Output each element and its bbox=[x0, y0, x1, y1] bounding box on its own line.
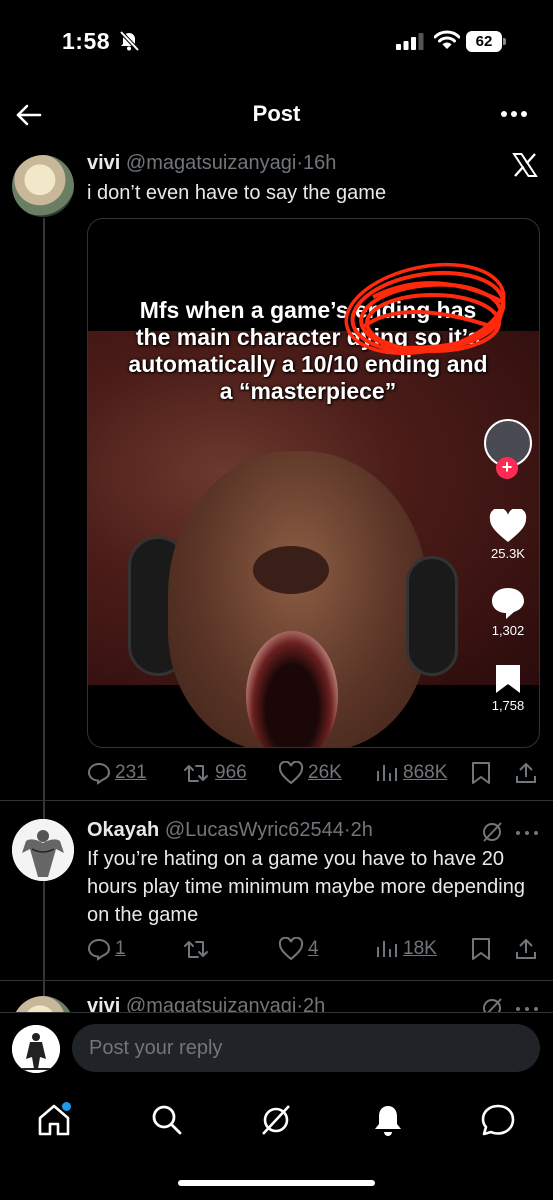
red-scribble-annotation bbox=[344, 262, 506, 356]
separator-dot: · bbox=[343, 819, 351, 841]
heart-icon bbox=[278, 761, 304, 785]
thread-connector-line bbox=[43, 218, 45, 998]
reply-count: 231 bbox=[115, 762, 147, 783]
avatar[interactable] bbox=[12, 819, 74, 881]
like-action[interactable]: 4 bbox=[278, 934, 319, 964]
like-count: 26K bbox=[308, 762, 342, 783]
display-name[interactable]: Okayah bbox=[87, 819, 159, 841]
reply-action[interactable]: 1 bbox=[87, 934, 126, 964]
notifications-icon[interactable] bbox=[370, 1102, 406, 1138]
grok-icon[interactable] bbox=[481, 821, 503, 843]
reply-input[interactable]: Post your reply bbox=[72, 1024, 540, 1072]
media-video[interactable]: Mfs when a game’s ending has the main ch… bbox=[87, 218, 540, 748]
reply-count: 1 bbox=[115, 938, 126, 959]
battery-indicator: 62 bbox=[466, 31, 506, 52]
video-comment-stat: 1,302 bbox=[480, 586, 536, 638]
share-action[interactable] bbox=[514, 758, 538, 788]
video-save-stat: 1,758 bbox=[480, 663, 536, 713]
video-like-stat: 25.3K bbox=[480, 509, 536, 561]
status-bar: 1:58 62 bbox=[0, 0, 553, 84]
views-action[interactable]: 868K bbox=[375, 758, 447, 788]
home-indicator bbox=[178, 1180, 375, 1186]
views-count: 18K bbox=[403, 938, 437, 959]
bookmark-icon bbox=[472, 938, 490, 960]
reply-text: If you’re hating on a game you have to h… bbox=[87, 848, 525, 926]
like-action[interactable]: 26K bbox=[278, 758, 342, 788]
video-like-count: 25.3K bbox=[491, 546, 525, 561]
share-icon bbox=[516, 762, 536, 783]
reply-actions: 1 4 18K bbox=[87, 934, 547, 964]
repost-count: 966 bbox=[215, 762, 247, 783]
my-avatar[interactable] bbox=[12, 1025, 60, 1073]
cellular-signal-icon bbox=[396, 33, 424, 50]
ellipsis-icon[interactable] bbox=[500, 102, 528, 126]
wifi-icon bbox=[434, 30, 460, 49]
video-comment-count: 1,302 bbox=[491, 623, 525, 638]
nav-bar: Post bbox=[0, 88, 553, 140]
share-icon bbox=[516, 938, 536, 959]
bodybuilder-avatar-image bbox=[12, 819, 74, 881]
page-title: Post bbox=[252, 101, 301, 126]
nose-shape bbox=[253, 546, 329, 594]
post-age: 16h bbox=[302, 152, 337, 174]
analytics-icon bbox=[377, 941, 397, 957]
messages-icon[interactable] bbox=[480, 1102, 516, 1138]
headphone-right bbox=[406, 556, 458, 676]
divider bbox=[0, 800, 553, 801]
analytics-icon bbox=[377, 765, 397, 781]
bookmark-icon bbox=[472, 762, 490, 784]
bookmark-filled-icon bbox=[496, 665, 520, 693]
x-logo-icon bbox=[512, 153, 538, 177]
repost-action[interactable]: 966 bbox=[183, 758, 247, 788]
bottom-tab-bar bbox=[0, 1090, 553, 1150]
comment-bubble-icon bbox=[492, 588, 524, 619]
status-time: 1:58 bbox=[62, 28, 111, 54]
handle[interactable]: @LucasWyric62544 bbox=[165, 819, 344, 841]
reply-icon bbox=[87, 762, 111, 785]
post-actions: 231 966 26K 868K bbox=[87, 758, 547, 788]
like-count: 4 bbox=[308, 938, 319, 959]
heart-filled-icon bbox=[489, 509, 527, 542]
follow-plus-icon: + bbox=[496, 457, 518, 479]
reply-icon bbox=[87, 938, 111, 961]
silhouette-avatar-image bbox=[12, 1025, 60, 1073]
battery-nub bbox=[503, 38, 506, 45]
reply-action[interactable]: 231 bbox=[87, 758, 147, 788]
views-action[interactable]: 18K bbox=[375, 934, 437, 964]
repost-action[interactable] bbox=[183, 934, 215, 964]
search-icon[interactable] bbox=[149, 1102, 185, 1138]
bell-slash-icon bbox=[119, 30, 140, 52]
reply-age: 2h bbox=[350, 819, 373, 841]
share-action[interactable] bbox=[514, 934, 538, 964]
bookmark-action[interactable] bbox=[470, 758, 492, 788]
grok-icon[interactable] bbox=[258, 1102, 294, 1138]
separator-dot: · bbox=[296, 152, 303, 174]
ellipsis-icon[interactable] bbox=[515, 823, 539, 843]
notification-dot bbox=[62, 1102, 71, 1111]
bookmark-action[interactable] bbox=[470, 934, 492, 964]
handle[interactable]: @magatsuizanyagi bbox=[126, 152, 296, 174]
repost-icon bbox=[184, 941, 208, 958]
divider bbox=[0, 980, 553, 981]
views-count: 868K bbox=[403, 762, 448, 783]
repost-icon bbox=[184, 765, 208, 782]
battery-level: 62 bbox=[466, 31, 502, 52]
video-save-count: 1,758 bbox=[491, 698, 525, 713]
post-header: vivi @magatsuizanyagi·16h bbox=[87, 152, 336, 175]
display-name[interactable]: vivi bbox=[87, 152, 120, 174]
heart-icon bbox=[278, 937, 304, 961]
avatar[interactable] bbox=[12, 155, 74, 217]
post-text: i don’t even have to say the game bbox=[87, 182, 387, 204]
reply-header: Okayah @LucasWyric62544·2h bbox=[87, 819, 373, 842]
